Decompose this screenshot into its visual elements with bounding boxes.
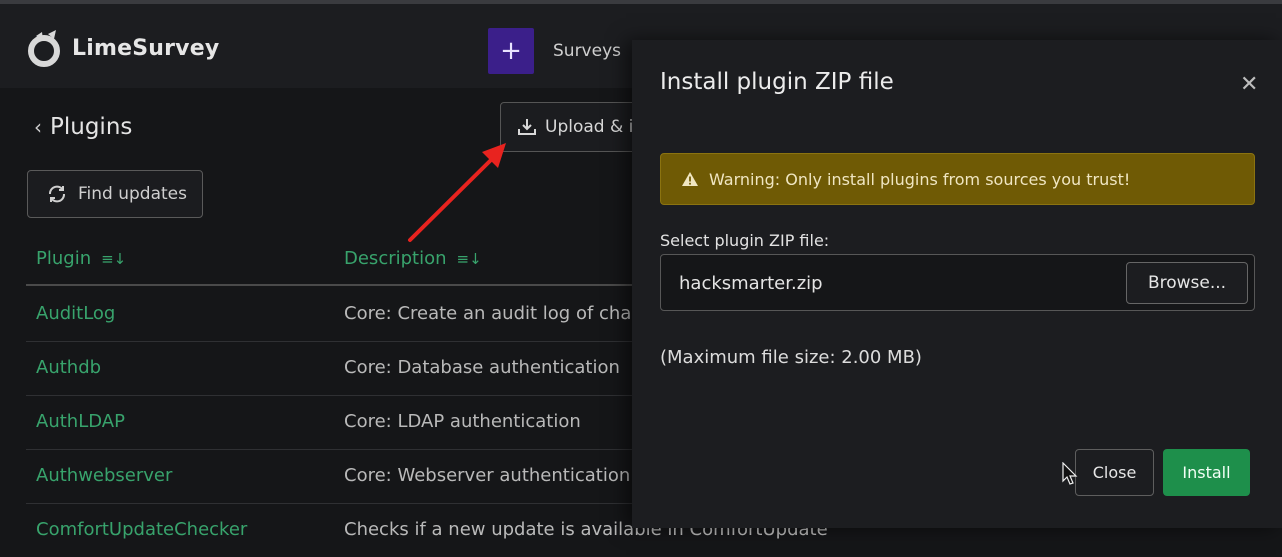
refresh-icon bbox=[49, 185, 65, 203]
upload-install-label: Upload & i bbox=[545, 117, 634, 137]
max-file-size-note: (Maximum file size: 2.00 MB) bbox=[660, 347, 922, 368]
add-button[interactable]: + bbox=[488, 28, 534, 74]
brand-logo[interactable]: LimeSurvey bbox=[26, 28, 219, 68]
sort-icon: ≡↓ bbox=[101, 249, 127, 268]
download-tray-icon bbox=[518, 119, 536, 135]
warning-triangle-icon bbox=[682, 172, 698, 186]
plugin-description: Core: LDAP authentication bbox=[344, 411, 581, 432]
column-header-plugin[interactable]: Plugin ≡↓ bbox=[36, 248, 126, 269]
selected-file-name: hacksmarter.zip bbox=[679, 273, 823, 294]
column-header-description[interactable]: Description ≡↓ bbox=[344, 248, 482, 269]
plugin-name-link[interactable]: Authwebserver bbox=[36, 465, 172, 486]
install-plugin-modal: Install plugin ZIP file ✕ Warning: Only … bbox=[632, 40, 1282, 528]
table-row: Authdb Core: Database authentication bbox=[26, 341, 646, 396]
table-row: AuthLDAP Core: LDAP authentication bbox=[26, 395, 646, 450]
plugin-description: Core: Database authentication bbox=[344, 357, 620, 378]
table-header-divider bbox=[26, 284, 646, 286]
find-updates-label: Find updates bbox=[78, 184, 187, 204]
plugin-name-link[interactable]: Authdb bbox=[36, 357, 101, 378]
table-row: Authwebserver Core: Webserver authentica… bbox=[26, 449, 646, 504]
table-row: AuditLog Core: Create an audit log of ch… bbox=[26, 287, 646, 342]
nav-surveys-link[interactable]: Surveys bbox=[553, 41, 621, 61]
column-header-plugin-label: Plugin bbox=[36, 248, 92, 269]
zip-file-label: Select plugin ZIP file: bbox=[660, 231, 830, 250]
browse-button[interactable]: Browse... bbox=[1126, 262, 1248, 304]
close-icon[interactable]: ✕ bbox=[1240, 72, 1258, 97]
warning-alert: Warning: Only install plugins from sourc… bbox=[660, 153, 1255, 205]
sort-icon: ≡↓ bbox=[456, 249, 482, 268]
find-updates-button[interactable]: Find updates bbox=[27, 170, 203, 218]
column-header-description-label: Description bbox=[344, 248, 447, 269]
install-button[interactable]: Install bbox=[1163, 449, 1250, 496]
limesurvey-logo-icon bbox=[28, 30, 60, 67]
zip-file-input[interactable]: hacksmarter.zip Browse... bbox=[660, 254, 1255, 311]
close-button[interactable]: Close bbox=[1075, 449, 1154, 496]
upload-install-button[interactable]: Upload & i bbox=[500, 102, 650, 152]
warning-text: Warning: Only install plugins from sourc… bbox=[709, 169, 1131, 189]
plugin-description: Core: Webserver authentication bbox=[344, 465, 631, 486]
plugin-name-link[interactable]: ComfortUpdateChecker bbox=[36, 519, 247, 540]
modal-title: Install plugin ZIP file bbox=[660, 69, 894, 95]
table-row: ComfortUpdateChecker Checks if a new upd… bbox=[26, 503, 828, 557]
page-title[interactable]: ‹ Plugins bbox=[34, 114, 132, 140]
plugin-name-link[interactable]: AuditLog bbox=[36, 303, 115, 324]
page-title-text: Plugins bbox=[50, 114, 133, 140]
brand-name: LimeSurvey bbox=[72, 35, 220, 61]
mouse-cursor-icon bbox=[1062, 462, 1078, 485]
plugin-name-link[interactable]: AuthLDAP bbox=[36, 411, 125, 432]
plugin-description: Core: Create an audit log of cha bbox=[344, 303, 632, 324]
chevron-left-icon: ‹ bbox=[34, 115, 42, 139]
